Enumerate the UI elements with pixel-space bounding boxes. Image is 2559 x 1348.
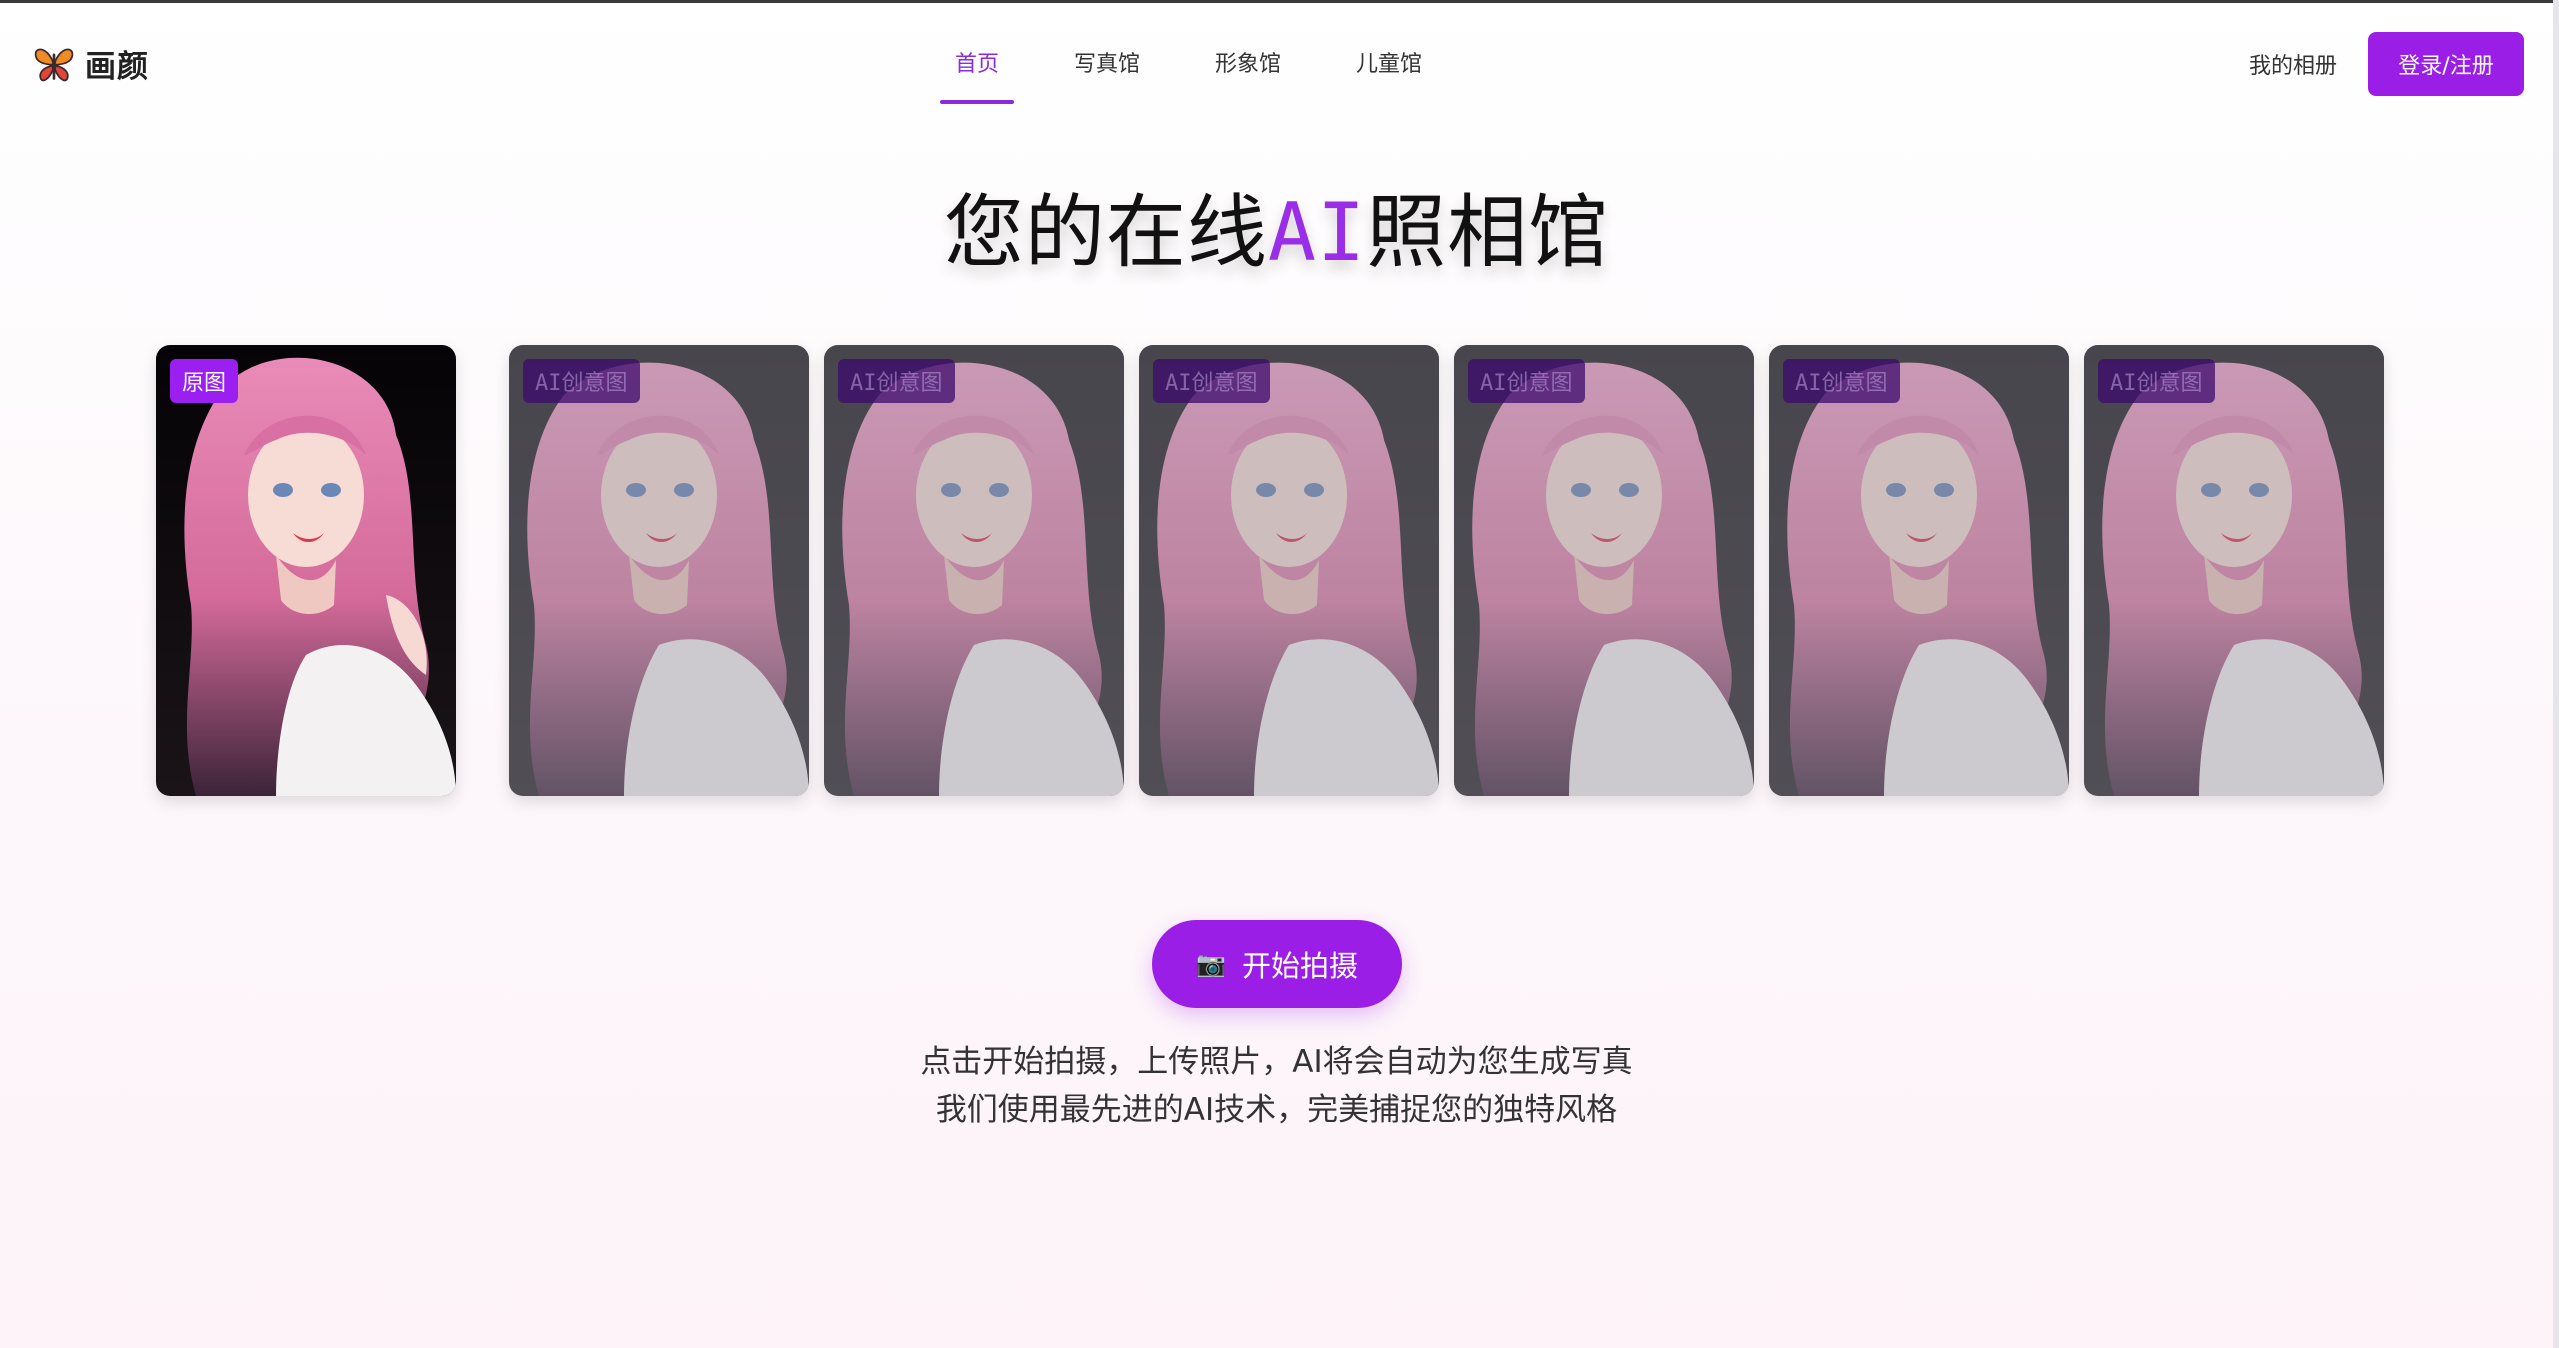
ai-photo-6[interactable]: AI创意图 <box>2084 345 2384 796</box>
nav-item-image-studio[interactable]: 形象馆 <box>1214 3 1282 121</box>
nav-item-kids-studio[interactable]: 儿童馆 <box>1355 3 1423 121</box>
photo-overlay <box>1454 345 1754 796</box>
description-line-2: 我们使用最先进的AI技术，完美捕捉您的独特风格 <box>935 1092 1618 1128</box>
butterfly-icon <box>33 43 75 85</box>
ai-photo-2[interactable]: AI创意图 <box>824 345 1124 796</box>
nav-item-portrait-studio[interactable]: 写真馆 <box>1073 3 1141 121</box>
nav-item-home[interactable]: 首页 <box>939 3 1015 121</box>
ai-label: AI创意图 <box>838 359 955 403</box>
ai-label: AI创意图 <box>2098 359 2215 403</box>
camera-icon: 📷 <box>1196 950 1226 978</box>
original-photo[interactable]: 原图 <box>156 345 456 796</box>
ai-photo-5[interactable]: AI创意图 <box>1769 345 2069 796</box>
my-album-link[interactable]: 我的相册 <box>2249 48 2337 80</box>
ai-photo-4[interactable]: AI创意图 <box>1454 345 1754 796</box>
start-shooting-button[interactable]: 📷 开始拍摄 <box>1152 920 1402 1008</box>
title-text-before: 您的在线 <box>943 186 1268 279</box>
ai-photo-3[interactable]: AI创意图 <box>1139 345 1439 796</box>
brand-name: 画颜 <box>85 49 149 85</box>
original-label: 原图 <box>170 359 239 403</box>
ai-photo-1[interactable]: AI创意图 <box>509 345 809 796</box>
description-line-1: 点击开始拍摄，上传照片，AI将会自动为您生成写真 <box>920 1044 1633 1080</box>
photo-overlay <box>1139 345 1439 796</box>
login-register-button[interactable]: 登录/注册 <box>2368 32 2524 96</box>
main-nav: 首页 写真馆 形象馆 儿童馆 <box>939 3 1496 121</box>
ai-label: AI创意图 <box>1468 359 1585 403</box>
portrait-image <box>156 345 456 796</box>
ai-label: AI创意图 <box>1153 359 1270 403</box>
start-shooting-label: 开始拍摄 <box>1241 949 1358 983</box>
title-text-after: 照相馆 <box>1366 186 1610 279</box>
scrollbar-track[interactable] <box>2553 0 2559 1348</box>
photo-overlay <box>509 345 809 796</box>
page-title: 您的在线AI照相馆 <box>0 168 2553 284</box>
photo-overlay <box>2084 345 2384 796</box>
photo-overlay <box>824 345 1124 796</box>
ai-label: AI创意图 <box>523 359 640 403</box>
title-text-accent: AI <box>1267 186 1367 279</box>
brand-logo[interactable]: 画颜 <box>33 41 149 86</box>
top-header: 画颜 首页 写真馆 形象馆 儿童馆 我的相册 登录/注册 <box>0 3 2553 121</box>
ai-label: AI创意图 <box>1783 359 1900 403</box>
photo-overlay <box>1769 345 2069 796</box>
